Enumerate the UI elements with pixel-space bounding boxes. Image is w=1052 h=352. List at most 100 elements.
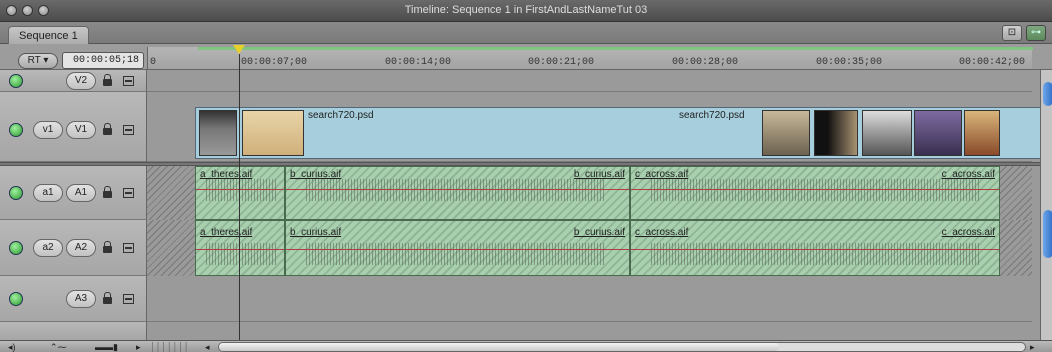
audio-clip[interactable]: a_theres.aif: [195, 166, 285, 220]
timeline-bottom-bar: ◂) ⌃⁓ ▬▬▮ ▸ │││││││ ◂ ▸: [0, 340, 1052, 352]
track-header-v1: v1 V1: [0, 92, 147, 162]
auto-select-icon[interactable]: [123, 243, 134, 253]
track-header-empty: [0, 322, 147, 340]
auto-select-icon[interactable]: [123, 188, 134, 198]
track-v1[interactable]: search720.psd search720.psd: [147, 92, 1042, 162]
dest-control-a1[interactable]: A1: [66, 184, 96, 202]
empty-track-area: [1000, 166, 1032, 220]
track-header-v2: V2: [0, 70, 147, 92]
lock-icon[interactable]: [103, 74, 112, 88]
ruler-tick-label: 00:00:21;00: [528, 57, 595, 68]
audio-level-line: [631, 249, 999, 250]
ruler-row: RT ▾ 00:00:05;18 0 00:00:07;00 00:00:14;…: [0, 44, 1052, 70]
scroll-left-arrow-icon[interactable]: ◂: [205, 341, 210, 352]
track-a3[interactable]: [147, 276, 1032, 322]
speaker-icon[interactable]: [9, 292, 23, 306]
playhead-icon[interactable]: [233, 45, 245, 54]
zoom-slider[interactable]: │││││││: [150, 341, 189, 352]
ruler-tick-label: 00:00:07;00: [241, 57, 308, 68]
audio-level-line: [631, 189, 999, 190]
track-header-a3: A3: [0, 276, 147, 322]
horizontal-scrollbar[interactable]: [218, 342, 1026, 352]
snapping-icon[interactable]: ⊡: [1002, 25, 1022, 41]
empty-track-area: [1000, 220, 1032, 276]
lock-icon[interactable]: [103, 292, 112, 306]
window-title: Timeline: Sequence 1 in FirstAndLastName…: [404, 4, 648, 16]
audio-scroll-knob[interactable]: [1043, 210, 1052, 258]
track-visibility-icon[interactable]: [9, 123, 23, 137]
current-timecode-field[interactable]: 00:00:05;18: [62, 52, 144, 69]
ruler-tick-label: 0: [150, 57, 157, 68]
dest-control-v1[interactable]: V1: [66, 121, 96, 139]
waveform: [651, 243, 981, 265]
audio-clip[interactable]: a_theres.aif: [195, 220, 285, 276]
track-empty-area: [147, 322, 1032, 340]
lock-icon[interactable]: [103, 123, 112, 137]
track-a2[interactable]: a_theres.aif b_curius.aif b_curius.aif c…: [147, 220, 1032, 276]
track-visibility-icon[interactable]: [9, 74, 23, 88]
clip-thumbnail: [814, 110, 858, 156]
audio-clip[interactable]: b_curius.aif b_curius.aif: [285, 166, 630, 220]
clip-thumbnail: [914, 110, 962, 156]
source-control-a2[interactable]: a2: [33, 239, 63, 257]
clip-overlays-icon[interactable]: ⌃⁓: [50, 341, 67, 352]
audio-clip[interactable]: b_curius.aif b_curius.aif: [285, 220, 630, 276]
clip-thumbnail: [964, 110, 1000, 156]
video-clip[interactable]: search720.psd search720.psd: [195, 107, 1042, 159]
playhead-line[interactable]: [239, 54, 240, 344]
clip-name-label: b_curius.aif: [290, 227, 342, 238]
clip-thumbnail: [242, 110, 304, 156]
ruler-tick-label: 00:00:28;00: [672, 57, 739, 68]
audio-controls-icon[interactable]: ◂): [8, 341, 16, 352]
lock-icon[interactable]: [103, 241, 112, 255]
tab-sequence-1[interactable]: Sequence 1: [8, 26, 89, 45]
clip-name-label: search720.psd: [679, 110, 745, 121]
audio-clip[interactable]: c_across.aif c_across.aif: [630, 220, 1000, 276]
speaker-icon[interactable]: [9, 186, 23, 200]
waveform: [306, 243, 606, 265]
empty-track-area: [147, 220, 195, 276]
auto-select-icon[interactable]: [123, 294, 134, 304]
clip-name-label: b_curius.aif: [573, 227, 625, 238]
ruler-tick-label: 00:00:35;00: [816, 57, 883, 68]
timeline-tracks: V2 v1 V1 search720.psd search720.psd a1 …: [0, 70, 1052, 340]
track-a1[interactable]: a_theres.aif b_curius.aif b_curius.aif c…: [147, 166, 1032, 220]
timeline-ruler[interactable]: 0 00:00:07;00 00:00:14;00 00:00:21;00 00…: [147, 45, 1033, 69]
auto-select-icon[interactable]: [123, 76, 134, 86]
clip-thumbnail: [199, 110, 237, 156]
clip-name-label: search720.psd: [308, 110, 374, 121]
waveform: [306, 179, 606, 201]
vertical-scroll-area[interactable]: [1040, 70, 1052, 340]
auto-select-icon[interactable]: [123, 125, 134, 135]
dest-control-a2[interactable]: A2: [66, 239, 96, 257]
rt-menu-button[interactable]: RT ▾: [18, 53, 58, 69]
title-bar: Timeline: Sequence 1 in FirstAndLastName…: [0, 0, 1052, 22]
dest-control-a3[interactable]: A3: [66, 290, 96, 308]
track-height-icon[interactable]: ▬▬▮: [95, 341, 118, 352]
lock-icon[interactable]: [103, 186, 112, 200]
clip-thumbnail: [762, 110, 810, 156]
linking-icon[interactable]: ⊶: [1026, 25, 1046, 41]
scrollbar-thumb[interactable]: [219, 343, 779, 351]
dest-control-v2[interactable]: V2: [66, 72, 96, 90]
scroll-right-arrow-icon[interactable]: ▸: [1030, 341, 1035, 352]
tab-bar: Sequence 1 ⊡ ⊶: [0, 22, 1052, 45]
waveform: [651, 179, 981, 201]
source-control-v1[interactable]: v1: [33, 121, 63, 139]
audio-level-line: [286, 249, 629, 250]
audio-level-line: [196, 189, 284, 190]
clip-name-label: c_across.aif: [635, 227, 689, 238]
source-control-a1[interactable]: a1: [33, 184, 63, 202]
audio-clip[interactable]: c_across.aif c_across.aif: [630, 166, 1000, 220]
track-v2[interactable]: [147, 70, 1032, 92]
audio-level-line: [196, 249, 284, 250]
clip-name-label: c_across.aif: [941, 227, 995, 238]
track-header-a2: a2 A2: [0, 220, 147, 276]
waveform: [206, 179, 276, 201]
video-scroll-knob[interactable]: [1043, 82, 1052, 106]
speaker-icon[interactable]: [9, 241, 23, 255]
clip-name-label: a_theres.aif: [200, 227, 253, 238]
waveform: [206, 243, 276, 265]
track-header-a1: a1 A1: [0, 166, 147, 220]
track-layout-menu-icon[interactable]: ▸: [136, 341, 141, 352]
